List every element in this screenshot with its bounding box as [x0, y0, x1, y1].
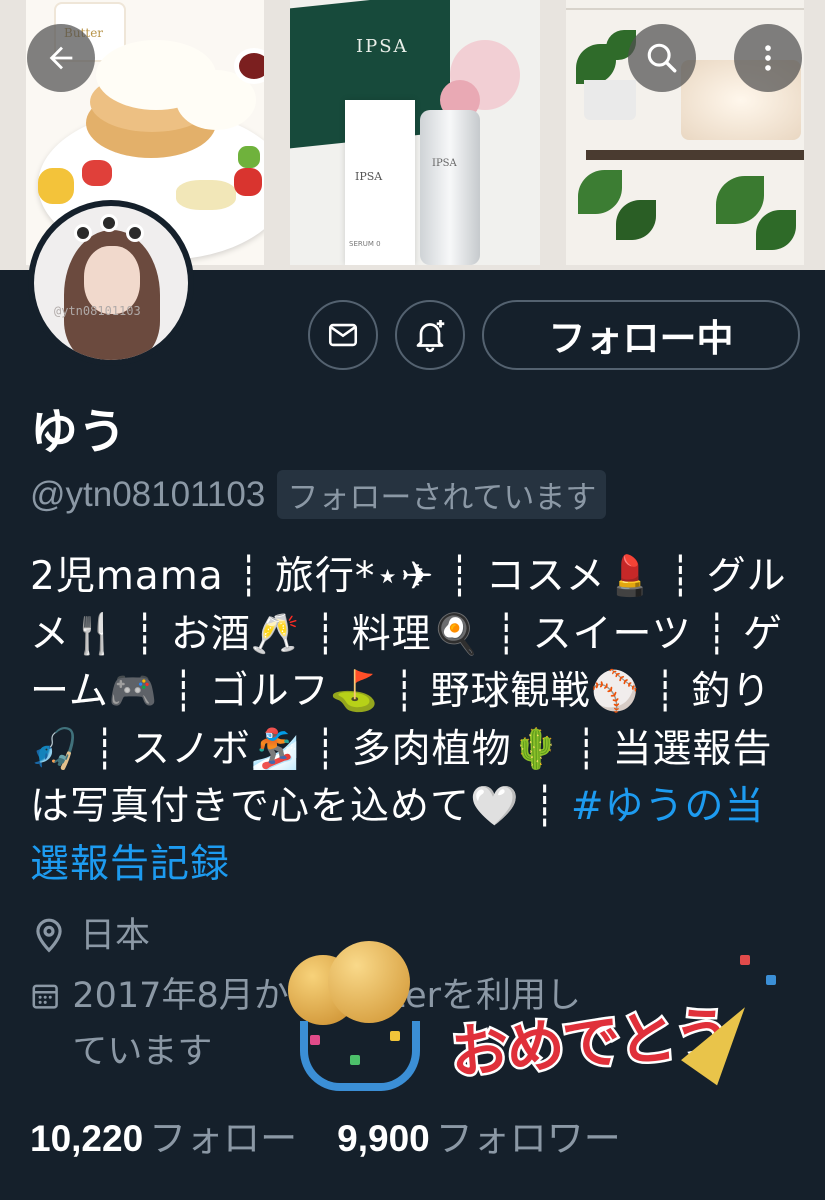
confetti	[740, 955, 750, 965]
username: @ytn08101103	[30, 474, 266, 514]
follows-you-badge: フォローされています	[277, 470, 607, 519]
more-button[interactable]	[734, 24, 802, 92]
confetti	[310, 1035, 320, 1045]
following-label: フォロー	[149, 1118, 298, 1159]
fruit	[176, 180, 236, 210]
avatar-watermark: @ytn08101103	[54, 304, 141, 318]
product-box: IPSA SERUM 0	[345, 100, 415, 265]
message-button[interactable]	[308, 300, 378, 370]
location-icon	[36, 918, 62, 953]
flower-decoration	[126, 224, 144, 242]
more-icon	[765, 45, 771, 71]
banner-photo-cosmetics: IPSA IPSA SERUM 0 IPSA	[290, 0, 540, 265]
follow-stats: 10,220 フォロー 9,900 フォロワー	[30, 1108, 621, 1162]
confetti	[390, 1031, 400, 1041]
leaf	[578, 170, 622, 214]
streamers	[300, 1021, 420, 1091]
mail-icon	[328, 323, 358, 347]
following-count: 10,220	[30, 1118, 144, 1159]
avatar[interactable]: @ytn08101103	[28, 200, 194, 366]
search-icon	[647, 43, 677, 73]
bell-plus-icon	[416, 320, 445, 353]
following-stat[interactable]: 10,220 フォロー	[30, 1108, 297, 1162]
calendar-icon	[32, 984, 58, 1009]
fruit	[238, 146, 260, 168]
flower-decoration	[74, 224, 92, 242]
box-sub: SERUM 0	[349, 240, 381, 248]
bio: 2児mama ┊ 旅行*⋆✈ ┊ コスメ💄 ┊ グルメ🍴 ┊ お酒🥂 ┊ 料理🍳…	[30, 548, 800, 893]
following-button[interactable]: フォロー中	[482, 300, 800, 370]
shelf	[586, 150, 804, 160]
avatar-photo: @ytn08101103	[34, 206, 188, 360]
fruit	[38, 168, 74, 204]
followers-label: フォロワー	[435, 1118, 621, 1159]
leaf	[616, 200, 656, 240]
leaf	[716, 176, 764, 224]
confetti	[350, 1055, 360, 1065]
bottle-brand: IPSA	[432, 158, 457, 169]
plant-pot	[584, 80, 636, 120]
handle-row: @ytn08101103 フォローされています	[30, 470, 607, 519]
followers-stat[interactable]: 9,900 フォロワー	[337, 1108, 621, 1162]
flower-decoration	[100, 214, 118, 232]
folder-brand: IPSA	[356, 36, 409, 57]
location-row: 日本	[30, 908, 150, 964]
back-arrow-icon	[49, 46, 73, 70]
search-button[interactable]	[628, 24, 696, 92]
box-brand: IPSA	[355, 170, 383, 183]
display-name: ゆう	[30, 404, 127, 460]
wall-line	[566, 8, 804, 10]
confetti	[766, 975, 776, 985]
serum-bottle: IPSA	[420, 110, 480, 265]
location-text: 日本	[80, 916, 151, 956]
followers-count: 9,900	[337, 1118, 430, 1159]
notifications-button[interactable]	[395, 300, 465, 370]
kusudama-ball-right	[328, 941, 410, 1023]
leaf	[756, 210, 796, 250]
back-button[interactable]	[27, 24, 95, 92]
fruit	[234, 168, 262, 196]
fruit	[82, 160, 112, 186]
